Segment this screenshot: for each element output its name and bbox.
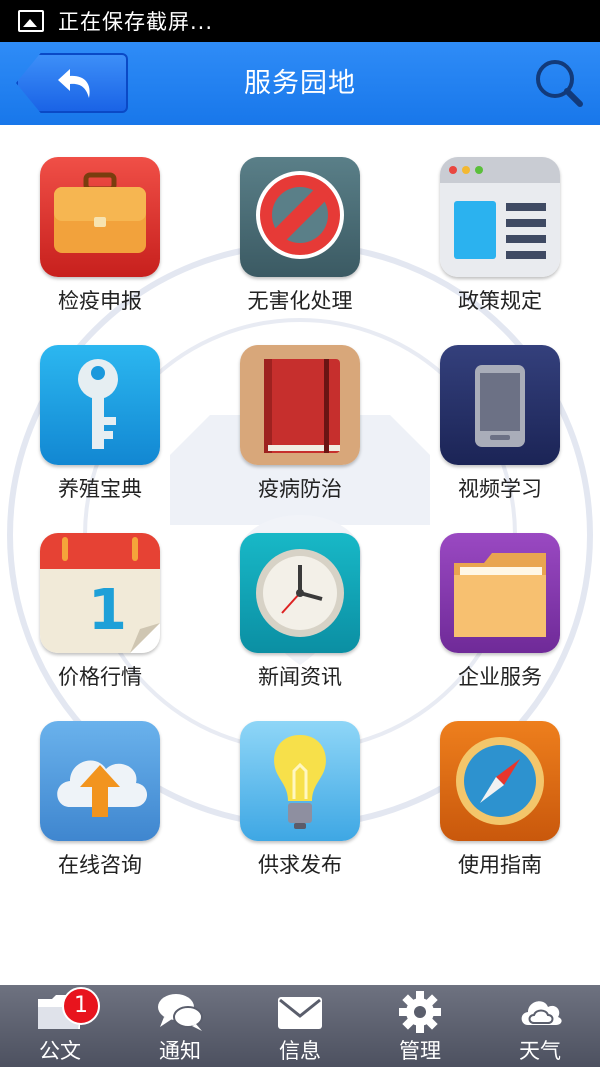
tab-weather[interactable]: 天气 [480,985,600,1067]
tab-messages[interactable]: 信息 [240,985,360,1067]
unread-badge: 1 [62,987,100,1025]
calendar-icon: 1 [40,533,160,653]
tab-label: 公文 [39,1039,81,1063]
chat-bubbles-icon [158,994,203,1031]
tab-documents[interactable]: 1 公文 [0,985,120,1067]
svg-text:1: 1 [88,578,127,643]
app-header: 服务园地 [0,42,600,125]
bottom-tab-bar: 1 公文 通知 信息 管理 天气 [0,985,600,1067]
search-button[interactable] [530,54,590,114]
status-text: 正在保存截屏... [58,10,214,34]
grid-item-news[interactable]: 新闻资讯 [200,501,400,691]
notebook-icon [240,345,360,465]
grid-item-quarantine-declare[interactable]: 检疫申报 [0,125,200,315]
tab-label: 通知 [159,1039,201,1063]
browser-window-icon [440,157,560,277]
grid-item-label: 新闻资讯 [258,665,342,689]
grid-item-label: 价格行情 [58,665,142,689]
grid-item-supply-demand[interactable]: 供求发布 [200,689,400,879]
tab-label: 信息 [279,1039,321,1063]
grid-item-label: 供求发布 [258,853,342,877]
cloud-upload-icon [40,721,160,841]
search-icon [536,60,583,107]
envelope-icon [278,997,322,1029]
phone-icon [440,345,560,465]
folder-icon [440,533,560,653]
back-arrow-icon [58,69,90,98]
status-bar: 正在保存截屏... [0,0,600,42]
grid-item-label: 政策规定 [458,289,542,313]
prohibited-icon [240,157,360,277]
grid-item-label: 企业服务 [458,665,542,689]
compass-icon [440,721,560,841]
grid-item-enterprise-service[interactable]: 企业服务 [400,501,600,691]
grid-item-label: 使用指南 [458,853,542,877]
grid-item-video-learning[interactable]: 视频学习 [400,313,600,503]
key-icon [40,345,160,465]
grid-item-label: 无害化处理 [247,289,353,313]
grid-item-user-guide[interactable]: 使用指南 [400,689,600,879]
grid-item-label: 在线咨询 [58,853,142,877]
grid-item-label: 养殖宝典 [58,477,142,501]
grid-item-policy[interactable]: 政策规定 [400,125,600,315]
tab-management[interactable]: 管理 [360,985,480,1067]
grid-item-label: 疫病防治 [258,477,342,501]
gear-icon [399,991,441,1033]
briefcase-icon [40,157,160,277]
screenshot-icon [18,10,44,32]
tab-label: 管理 [399,1039,441,1063]
tab-notices[interactable]: 通知 [120,985,240,1067]
tab-label: 天气 [519,1039,561,1063]
grid-item-online-consult[interactable]: 在线咨询 [0,689,200,879]
clock-icon [240,533,360,653]
grid-item-disease-control[interactable]: 疫病防治 [200,313,400,503]
grid-item-breeding-guide[interactable]: 养殖宝典 [0,313,200,503]
cloud-icon [521,1001,562,1025]
grid-item-harmless-treatment[interactable]: 无害化处理 [200,125,400,315]
grid-item-market-price[interactable]: 1 价格行情 [0,501,200,691]
lightbulb-icon [240,721,360,841]
grid-item-label: 检疫申报 [58,289,142,313]
grid-item-label: 视频学习 [458,477,542,501]
